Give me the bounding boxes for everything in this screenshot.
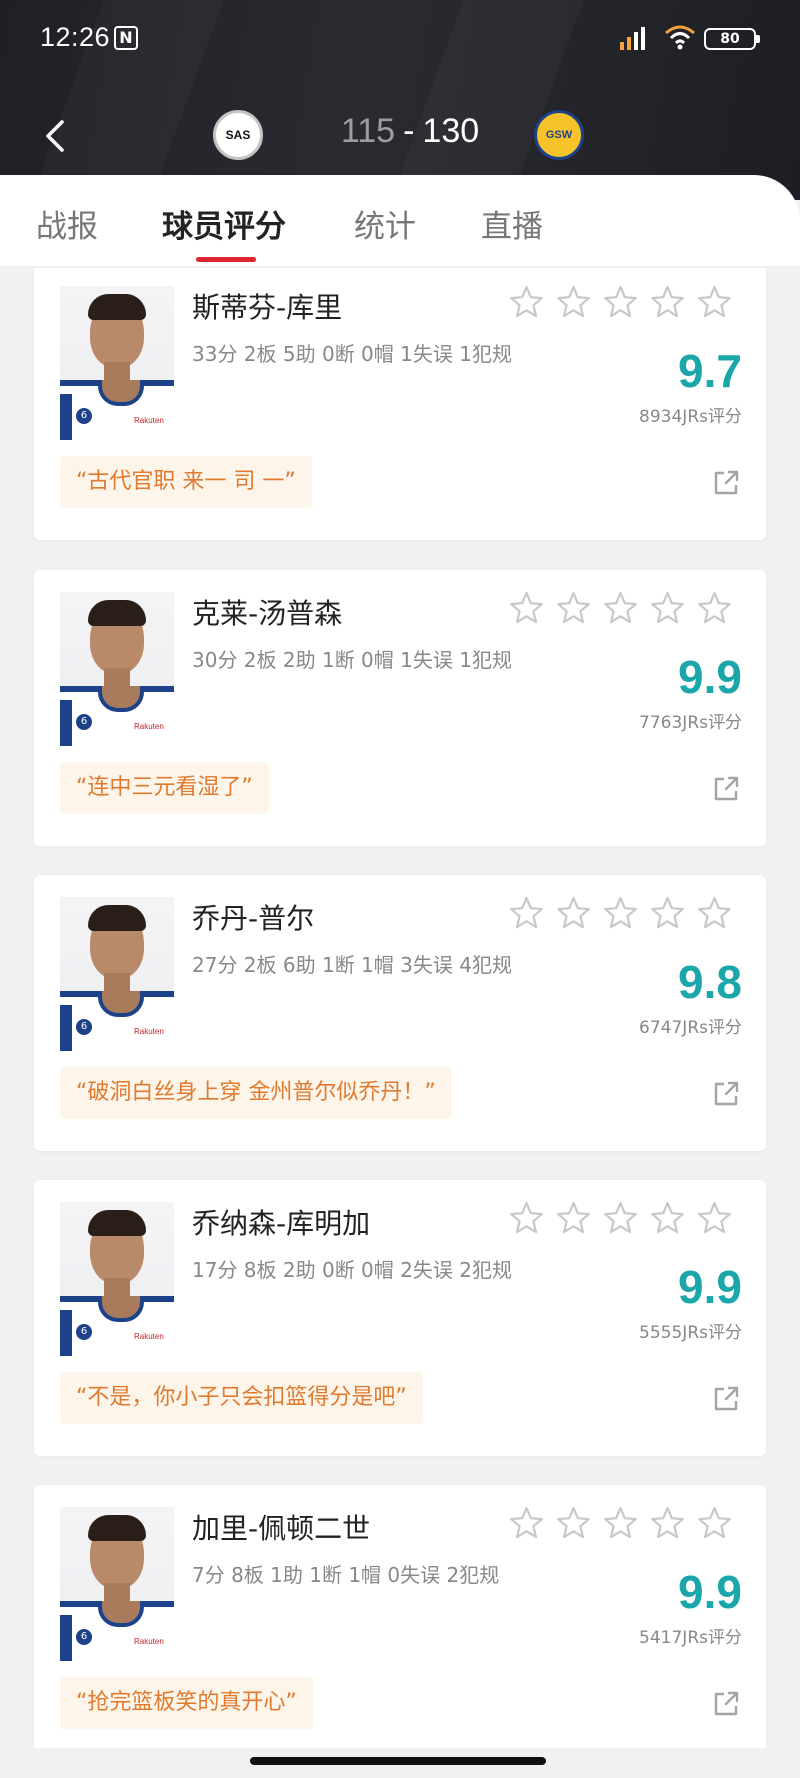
star-outline-icon[interactable] [555,284,592,321]
rating-count: 6747JRs评分 [639,1018,742,1038]
share-icon[interactable] [712,775,740,803]
star-outline-icon[interactable] [508,1200,545,1237]
rating-count: 5417JRs评分 [639,1628,742,1648]
star-outline-icon[interactable] [649,590,686,627]
star-outline-icon[interactable] [555,1505,592,1542]
status-bar: 12:26 N 80 [0,20,800,60]
rating-stars [508,895,733,935]
player-card[interactable]: 6 Rakuten 斯蒂芬-库里 33分 2板 5助 0断 0帽 1失误 1犯规 … [34,268,766,540]
player-stats: 30分 2板 2助 1断 0帽 1失误 1犯规 [192,648,512,672]
star-outline-icon[interactable] [508,1505,545,1542]
star-outline-icon[interactable] [508,590,545,627]
player-stats: 7分 8板 1助 1断 1帽 0失误 2犯规 [192,1563,500,1587]
home-indicator [250,1757,546,1765]
scoreboard: 115-130 [310,112,510,151]
share-icon[interactable] [712,1385,740,1413]
home-team-abbr: SAS [225,128,251,142]
player-avatar: 6 Rakuten [60,897,174,1051]
player-rating: 9.8 [678,956,742,1008]
share-icon[interactable] [712,1080,740,1108]
player-avatar: 6 Rakuten [60,286,174,440]
player-stats: 27分 2板 6助 1断 1帽 3失误 4犯规 [192,953,512,977]
star-outline-icon[interactable] [696,1200,733,1237]
back-button[interactable] [36,112,76,160]
star-outline-icon[interactable] [508,895,545,932]
rating-stars [508,284,733,324]
away-score: 130 [422,112,480,150]
player-name: 乔纳森-库明加 [192,1207,371,1240]
star-outline-icon[interactable] [696,895,733,932]
player-rating: 9.9 [678,1261,742,1313]
hot-comment[interactable]: “古代官职 来一 司 一” [60,456,312,508]
share-icon[interactable] [712,1690,740,1718]
score-separator: - [403,112,415,150]
player-rating-list: 6 Rakuten 斯蒂芬-库里 33分 2板 5助 0断 0帽 1失误 1犯规 … [0,268,800,1748]
tab-bar: 战报 球员评分 统计 直播 [0,175,800,267]
star-outline-icon[interactable] [602,284,639,321]
rating-count: 8934JRs评分 [639,407,742,427]
home-score: 115 [340,112,396,150]
rating-stars [508,590,733,630]
star-outline-icon[interactable] [555,1200,592,1237]
star-outline-icon[interactable] [696,590,733,627]
home-team-logo[interactable]: SAS [213,110,263,160]
rating-count: 5555JRs评分 [639,1323,742,1343]
wifi-icon [665,25,695,50]
star-outline-icon[interactable] [649,1200,686,1237]
tab-player-ratings[interactable]: 球员评分 [162,201,286,246]
hot-comment[interactable]: “连中三元看湿了” [60,762,269,814]
tab-stats[interactable]: 统计 [354,201,416,246]
player-rating: 9.9 [678,1566,742,1618]
status-time: 12:26 [40,22,111,52]
player-card[interactable]: 6 Rakuten 乔丹-普尔 27分 2板 6助 1断 1帽 3失误 4犯规 9… [34,875,766,1151]
signal-icon [620,27,645,50]
star-outline-icon[interactable] [508,284,545,321]
share-icon[interactable] [712,469,740,497]
player-rating: 9.7 [678,345,742,397]
player-name: 加里-佩顿二世 [192,1512,371,1545]
star-outline-icon[interactable] [649,284,686,321]
player-card[interactable]: 6 Rakuten 克莱-汤普森 30分 2板 2助 1断 0帽 1失误 1犯规 … [34,570,766,846]
player-avatar: 6 Rakuten [60,1507,174,1661]
player-stats: 17分 8板 2助 0断 0帽 2失误 2犯规 [192,1258,512,1282]
match-header: 12:26 N 80 SAS 115-130 GSW [0,0,800,200]
star-outline-icon[interactable] [696,284,733,321]
player-name: 斯蒂芬-库里 [192,291,343,324]
nfc-icon: N [114,26,138,50]
player-name: 乔丹-普尔 [192,902,315,935]
hot-comment[interactable]: “破洞白丝身上穿 金州普尔似乔丹！” [60,1067,452,1119]
star-outline-icon[interactable] [602,1505,639,1542]
player-name: 克莱-汤普森 [192,597,343,630]
player-avatar: 6 Rakuten [60,1202,174,1356]
star-outline-icon[interactable] [696,1505,733,1542]
star-outline-icon[interactable] [602,895,639,932]
star-outline-icon[interactable] [649,895,686,932]
player-stats: 33分 2板 5助 0断 0帽 1失误 1犯规 [192,342,512,366]
rating-stars [508,1200,733,1240]
away-team-abbr: GSW [545,129,573,141]
rating-stars [508,1505,733,1545]
hot-comment[interactable]: “不是，你小子只会扣篮得分是吧” [60,1372,423,1424]
rating-count: 7763JRs评分 [639,713,742,733]
active-tab-indicator [196,257,256,262]
battery-icon: 80 [704,28,760,50]
star-outline-icon[interactable] [649,1505,686,1542]
tab-live[interactable]: 直播 [481,201,543,246]
star-outline-icon[interactable] [602,590,639,627]
player-avatar: 6 Rakuten [60,592,174,746]
player-card[interactable]: 6 Rakuten 乔纳森-库明加 17分 8板 2助 0断 0帽 2失误 2犯规… [34,1180,766,1456]
player-rating: 9.9 [678,651,742,703]
star-outline-icon[interactable] [555,590,592,627]
player-card[interactable]: 6 Rakuten 加里-佩顿二世 7分 8板 1助 1断 1帽 0失误 2犯规 … [34,1485,766,1748]
hot-comment[interactable]: “抢完篮板笑的真开心” [60,1677,313,1729]
tab-report[interactable]: 战报 [36,201,98,246]
star-outline-icon[interactable] [602,1200,639,1237]
star-outline-icon[interactable] [555,895,592,932]
away-team-logo[interactable]: GSW [534,110,584,160]
